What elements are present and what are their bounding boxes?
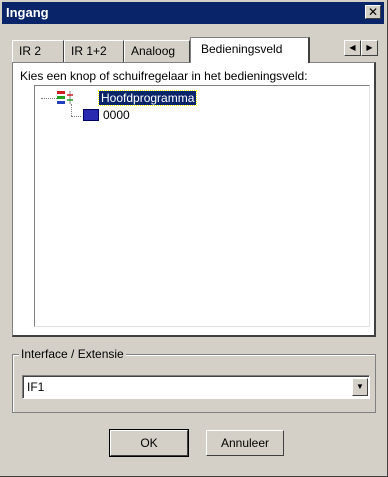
tree-connector — [71, 116, 81, 117]
tree-node-label: 0000 — [103, 108, 130, 122]
ok-button-label: OK — [140, 436, 158, 450]
tab-label: IR 2 — [19, 44, 42, 58]
dialog-window: Ingang ✕ IR 2 IR 1+2 Analoog Bedieningsv… — [0, 0, 388, 477]
interface-group-label: Interface / Extensie — [19, 347, 126, 361]
tab-ir2[interactable]: IR 2 — [12, 40, 64, 62]
cancel-button[interactable]: Annuleer — [206, 430, 284, 456]
title-bar[interactable]: Ingang ✕ — [2, 2, 384, 24]
program-icon — [57, 90, 75, 106]
instruction-text: Kies een knop of schuifregelaar in het b… — [20, 69, 308, 83]
tree-node-label: Hoofdprogramma — [97, 90, 198, 106]
tab-label: IR 1+2 — [71, 44, 107, 58]
tree-connector — [41, 98, 57, 99]
cancel-button-label: Annuleer — [220, 436, 270, 450]
tab-label: Analoog — [131, 44, 176, 58]
tab-scroll-left-button[interactable]: ◀ — [344, 40, 361, 56]
tree-view[interactable]: Hoofdprogramma 0000 — [34, 85, 370, 327]
interface-select[interactable]: IF1 ▼ — [22, 375, 370, 399]
interface-select-value: IF1 — [27, 380, 45, 394]
tab-scroll-right-button[interactable]: ▶ — [361, 40, 378, 56]
chevron-down-icon: ▼ — [356, 382, 364, 391]
arrow-right-icon: ▶ — [366, 43, 373, 52]
tab-ir1-2[interactable]: IR 1+2 — [64, 40, 124, 62]
ok-button[interactable]: OK — [109, 429, 189, 457]
tab-bedieningsveld[interactable]: Bedieningsveld — [190, 37, 310, 63]
window-title: Ingang — [6, 5, 49, 20]
panel-element-icon — [83, 109, 99, 121]
close-icon: ✕ — [367, 5, 379, 19]
dropdown-button[interactable]: ▼ — [352, 378, 368, 396]
close-button[interactable]: ✕ — [365, 5, 381, 19]
tab-label: Bedieningsveld — [201, 42, 283, 56]
arrow-left-icon: ◀ — [349, 43, 356, 52]
tab-analoog[interactable]: Analoog — [124, 40, 190, 62]
